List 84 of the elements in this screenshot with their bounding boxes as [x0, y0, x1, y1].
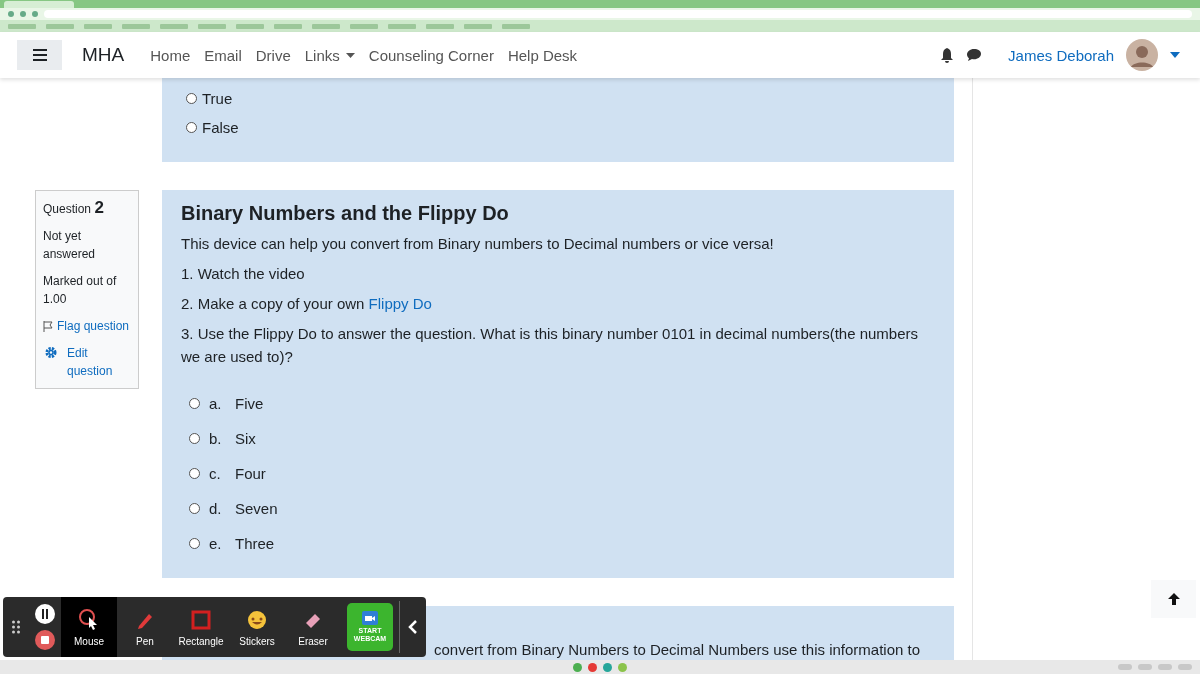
option-label[interactable]: Three: [235, 532, 275, 555]
bookmark-item[interactable]: [388, 23, 416, 29]
radio-button[interactable]: [186, 93, 197, 104]
nav-link[interactable]: Home: [150, 46, 191, 64]
tray-icon[interactable]: [1158, 664, 1172, 670]
option-label[interactable]: Four: [235, 462, 266, 485]
flag-link[interactable]: Flag question: [57, 317, 130, 335]
nav-dropdown[interactable]: Links: [304, 46, 355, 64]
nav-link[interactable]: Drive: [255, 46, 291, 64]
bookmark-item[interactable]: [502, 23, 530, 29]
bookmark-item[interactable]: [236, 23, 264, 29]
question-number: Question 2: [43, 199, 105, 218]
bookmark-item[interactable]: [84, 23, 112, 29]
edit-question-link[interactable]: Edit question: [67, 344, 131, 380]
bookmark-item[interactable]: [46, 23, 74, 29]
menu-button[interactable]: [17, 40, 62, 70]
option-letter: b.: [209, 429, 223, 449]
arrow-up-icon: [1166, 592, 1181, 606]
bookmark-item[interactable]: [8, 23, 36, 29]
question-title: Binary Numbers and the Flippy Do: [181, 202, 510, 225]
question-text: 3. Use the Flippy Do to answer the question. What is this binary number 0101 in decimal numbers(the numbers we are used to)?: [181, 324, 920, 367]
user-name[interactable]: James Deborah: [1008, 46, 1114, 64]
tool-button[interactable]: Rectangle: [173, 597, 229, 657]
question-text: 1. Watch the video: [181, 264, 306, 284]
stop-button[interactable]: [35, 630, 55, 650]
rectangle-icon: [191, 610, 211, 630]
tray-icon[interactable]: [1138, 664, 1152, 670]
radio-button[interactable]: [189, 538, 200, 549]
smiley-icon: [247, 610, 267, 630]
tool-button[interactable]: Pen: [117, 597, 173, 657]
settings-icon[interactable]: [45, 346, 57, 359]
bookmark-item[interactable]: [198, 23, 226, 29]
caret-icon[interactable]: [1170, 52, 1180, 58]
question-marks: Marked out of 1.00: [43, 273, 118, 308]
chat-icon[interactable]: [966, 48, 983, 62]
pause-icon: [41, 609, 49, 619]
bookmark-item[interactable]: [350, 23, 378, 29]
drag-handle-icon[interactable]: [12, 620, 20, 634]
option-letter: c.: [209, 464, 222, 484]
caret-icon: [345, 52, 355, 58]
option-letter: d.: [209, 499, 223, 519]
option-label[interactable]: Six: [235, 427, 256, 450]
option-label[interactable]: True: [202, 90, 233, 107]
chevron-left-icon: [408, 620, 417, 634]
browser-icon[interactable]: [573, 662, 582, 672]
bookmark-item[interactable]: [426, 23, 454, 29]
question-text: 2. Make a copy of your own: [181, 295, 365, 312]
radio-button[interactable]: [186, 122, 197, 133]
radio-button[interactable]: [189, 468, 200, 479]
back-to-top-button[interactable]: [1151, 580, 1196, 618]
bookmark-item[interactable]: [464, 23, 492, 29]
tray-icon[interactable]: [1178, 664, 1192, 670]
option-label[interactable]: False: [202, 119, 239, 136]
tool-button[interactable]: Eraser: [285, 597, 341, 657]
tool-button[interactable]: Mouse: [61, 597, 117, 657]
option-label[interactable]: Seven: [235, 497, 278, 520]
question-status: Not yet answered: [43, 228, 97, 263]
tray-icon[interactable]: [1118, 664, 1132, 670]
flag-icon[interactable]: [43, 320, 53, 332]
radio-button[interactable]: [189, 433, 200, 444]
pointer-icon: [78, 608, 100, 630]
bookmark-item[interactable]: [122, 23, 150, 29]
option-label[interactable]: Five: [235, 392, 264, 415]
option-letter: a.: [209, 394, 223, 414]
avatar-icon[interactable]: [1126, 39, 1158, 71]
bell-icon[interactable]: [940, 47, 955, 63]
flippy-do-link[interactable]: Flippy Do: [368, 295, 432, 312]
tool-button[interactable]: Stickers: [229, 597, 285, 657]
radio-button[interactable]: [189, 503, 200, 514]
video-camera-icon: [362, 611, 378, 625]
pause-button[interactable]: [35, 604, 55, 624]
site-brand[interactable]: MHA: [82, 44, 125, 66]
nav-link[interactable]: Email: [204, 46, 242, 64]
option-letter: e.: [209, 534, 223, 554]
radio-button[interactable]: [189, 398, 200, 409]
bookmark-item[interactable]: [312, 23, 340, 29]
bookmark-item[interactable]: [160, 23, 188, 29]
stop-icon: [41, 636, 49, 644]
nav-link[interactable]: Help Desk: [507, 46, 578, 64]
menu-icon: [32, 49, 47, 61]
nav-link[interactable]: Counseling Corner: [368, 46, 494, 64]
question-text: convert from Binary Numbers to Decimal Numbers use this information to: [434, 641, 920, 658]
bookmark-item[interactable]: [274, 23, 302, 29]
question-text: This device can help you convert from Binary numbers to Decimal numbers or vice versa!: [181, 234, 775, 254]
